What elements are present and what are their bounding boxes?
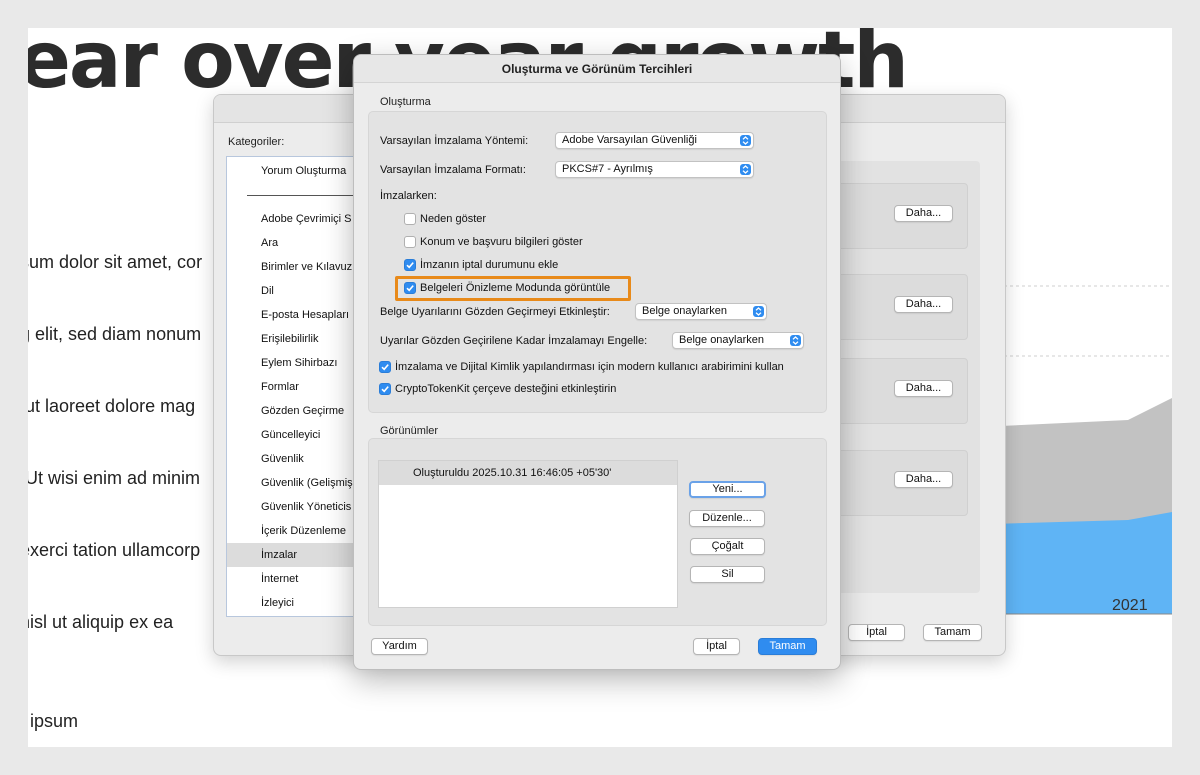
checkmark-icon <box>406 262 414 269</box>
include-revocation-label: İmzanın iptal durumunu ekle <box>420 259 559 271</box>
chevron-updown-icon <box>740 164 751 175</box>
cryptotokenkit-checkbox[interactable] <box>379 383 391 395</box>
body-line: nisl ut aliquip ex ea <box>28 612 174 632</box>
block-signing-select[interactable]: Belge onaylarken <box>672 332 804 349</box>
signing-format-label: Varsayılan İmzalama Formatı: <box>380 164 526 176</box>
signing-format-value: PKCS#7 - Ayrılmış <box>562 163 653 175</box>
review-warnings-select[interactable]: Belge onaylarken <box>635 303 767 320</box>
ok-button[interactable]: Tamam <box>758 638 817 655</box>
more-button[interactable]: Daha... <box>894 296 953 313</box>
review-warnings-value: Belge onaylarken <box>642 305 728 317</box>
chevron-updown-icon <box>790 335 801 346</box>
chevron-updown-icon <box>753 306 764 317</box>
appearances-section-label: Görünümler <box>380 425 439 437</box>
when-signing-label: İmzalarken: <box>380 190 437 202</box>
block-signing-label: Uyarılar Gözden Geçirilene Kadar İmzalam… <box>380 335 648 347</box>
body-line: g elit, sed diam nonum <box>28 324 202 344</box>
cancel-button[interactable]: İptal <box>693 638 740 655</box>
include-revocation-checkbox[interactable] <box>404 259 416 271</box>
creation-section-label: Oluşturma <box>380 96 431 108</box>
cryptotokenkit-label: CryptoTokenKit çerçeve desteğini etkinle… <box>395 383 617 395</box>
categories-label: Kategoriler: <box>228 136 285 148</box>
appearances-list[interactable]: Oluşturuldu 2025.10.31 16:46:05 +05'30' <box>378 460 678 608</box>
new-appearance-button[interactable]: Yeni... <box>689 481 766 498</box>
review-warnings-label: Belge Uyarılarını Gözden Geçirmeyi Etkin… <box>380 306 610 318</box>
duplicate-appearance-button[interactable]: Çoğalt <box>690 538 765 555</box>
ok-button[interactable]: Tamam <box>923 624 982 641</box>
show-location-checkbox[interactable] <box>404 236 416 248</box>
more-button[interactable]: Daha... <box>894 471 953 488</box>
appearance-list-item[interactable]: Oluşturuldu 2025.10.31 16:46:05 +05'30' <box>379 461 677 485</box>
body-line: sum dolor sit amet, cor <box>28 252 203 272</box>
body-line: ut laoreet dolore mag <box>28 396 196 416</box>
delete-appearance-button[interactable]: Sil <box>690 566 765 583</box>
modern-ui-checkbox[interactable] <box>379 361 391 373</box>
document-footer-text: ipsum <box>30 711 79 731</box>
signing-method-select[interactable]: Adobe Varsayılan Güvenliği <box>555 132 754 149</box>
show-reason-checkbox[interactable] <box>404 213 416 225</box>
checkmark-icon <box>381 386 389 393</box>
preview-mode-label: Belgeleri Önizleme Modunda görüntüle <box>420 282 611 294</box>
help-button[interactable]: Yardım <box>371 638 428 655</box>
more-button[interactable]: Daha... <box>894 380 953 397</box>
body-line: Ut wisi enim ad minim <box>28 468 201 488</box>
signing-format-select[interactable]: PKCS#7 - Ayrılmış <box>555 161 754 178</box>
document-body: sum dolor sit amet, cor g elit, sed diam… <box>28 202 202 682</box>
checkmark-icon <box>381 364 389 371</box>
signing-method-label: Varsayılan İmzalama Yöntemi: <box>380 135 529 147</box>
signing-method-value: Adobe Varsayılan Güvenliği <box>562 134 697 146</box>
more-button[interactable]: Daha... <box>894 205 953 222</box>
preview-mode-checkbox[interactable] <box>404 282 416 294</box>
edit-appearance-button[interactable]: Düzenle... <box>689 510 765 527</box>
block-signing-value: Belge onaylarken <box>679 334 765 346</box>
show-location-label: Konum ve başvuru bilgileri göster <box>420 236 583 248</box>
show-reason-label: Neden göster <box>420 213 487 225</box>
body-line: exerci tation ullamcorp <box>28 540 201 560</box>
dialog-title: Oluşturma ve Görünüm Tercihleri <box>354 55 840 83</box>
chevron-updown-icon <box>740 135 751 146</box>
checkmark-icon <box>406 285 414 292</box>
cancel-button[interactable]: İptal <box>848 624 905 641</box>
chart-year-label: 2021 <box>1112 597 1148 614</box>
modern-ui-label: İmzalama ve Dijital Kimlik yapılandırmas… <box>395 361 784 373</box>
creation-appearance-dialog: Oluşturma ve Görünüm Tercihleri Oluşturm… <box>353 54 841 670</box>
